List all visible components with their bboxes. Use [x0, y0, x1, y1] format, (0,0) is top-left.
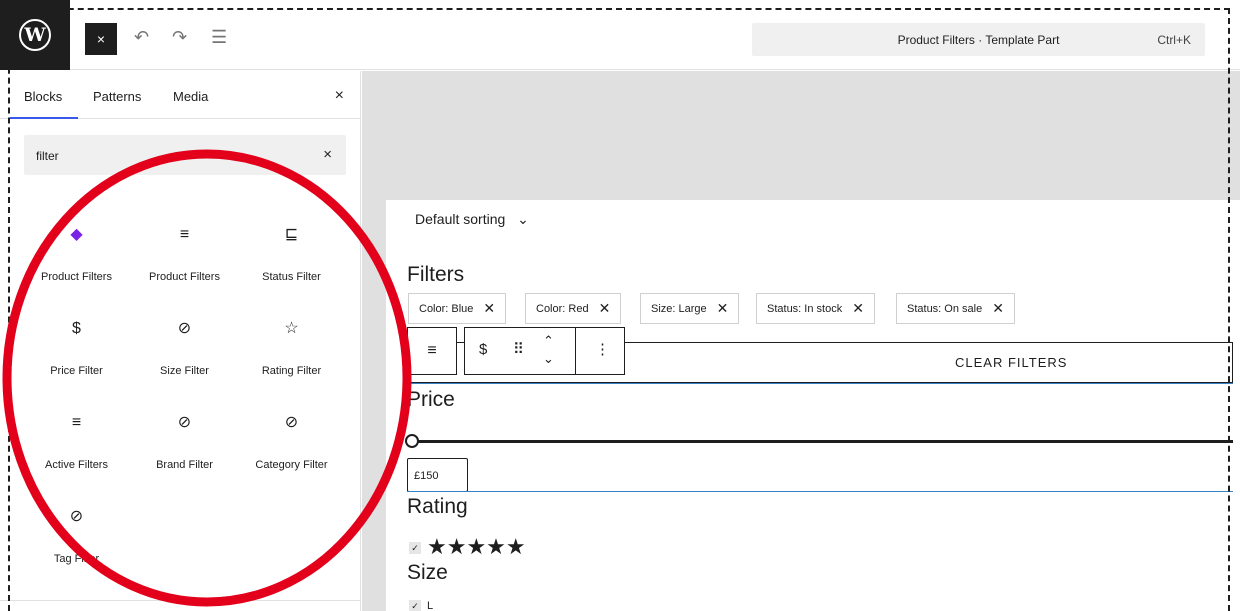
template-part-border: [8, 8, 10, 611]
active-filter-chip[interactable]: Color: Blue ✕: [408, 293, 507, 324]
active-filter-chip[interactable]: Status: On sale ✕: [896, 293, 1015, 324]
drag-handle-icon[interactable]: ⠿: [513, 342, 524, 357]
remove-icon[interactable]: ✕: [852, 300, 864, 317]
wordpress-logo-button[interactable]: W: [0, 0, 70, 70]
block-label: Tag Filter: [53, 553, 100, 565]
chip-label: Status: On sale: [907, 302, 983, 315]
close-icon[interactable]: ×: [335, 87, 344, 105]
chip-label: Color: Blue: [419, 302, 474, 315]
block-category-filter[interactable]: ⊘ Category Filter: [239, 379, 344, 472]
block-label: Active Filters: [45, 459, 108, 471]
sorting-dropdown[interactable]: Default sorting ⌄: [415, 211, 529, 228]
editor-header: W × ↶ ↷ ☰ Product Filters · Template Par…: [0, 0, 1240, 70]
size-option-label: L: [427, 600, 434, 611]
rating-option[interactable]: ✓ ★★★★★: [409, 536, 526, 558]
block-toolbar: $ ⠿ ⌃ ⌄ ⋮: [464, 327, 625, 375]
chip-label: Size: Large: [651, 302, 707, 315]
block-label: Status Filter: [262, 271, 321, 283]
block-label: Size Filter: [160, 365, 209, 377]
rating-heading: Rating: [407, 495, 468, 518]
document-overview-icon[interactable]: ☰: [211, 28, 227, 46]
chip-label: Status: In stock: [767, 302, 843, 315]
active-filter-chip[interactable]: Status: In stock ✕: [756, 293, 875, 324]
block-status-filter[interactable]: ⊑ Status Filter: [239, 191, 344, 284]
toolbar-divider: [575, 328, 576, 374]
block-label: Product Filters: [149, 271, 220, 283]
move-up-icon[interactable]: ⌃: [543, 334, 554, 347]
checkbox[interactable]: ✓: [409, 542, 421, 555]
price-filter-icon: $: [72, 320, 81, 337]
five-stars-icon: ★★★★★: [427, 534, 526, 559]
wordpress-icon: W: [19, 19, 51, 51]
price-heading: Price: [407, 388, 455, 411]
diamond-icon: ◆: [70, 226, 83, 243]
tab-blocks[interactable]: Blocks: [9, 89, 79, 119]
block-active-filters[interactable]: ≡ Active Filters: [24, 379, 129, 472]
block-size-filter[interactable]: ⊘ Size Filter: [132, 285, 237, 378]
undo-icon[interactable]: ↶: [134, 28, 149, 46]
price-max-input[interactable]: £150: [407, 458, 468, 492]
inserter-tabs: Blocks Patterns Media ×: [0, 71, 360, 119]
tab-patterns[interactable]: Patterns: [93, 89, 141, 104]
price-slider-handle[interactable]: [405, 434, 419, 448]
more-options-icon[interactable]: ⋮: [595, 342, 610, 357]
filter-icon: ≡: [179, 226, 190, 243]
block-search-input[interactable]: filter ×: [24, 135, 346, 175]
block-product-filters-1[interactable]: ◆ Product Filters: [24, 191, 129, 284]
block-rating-filter[interactable]: ☆ Rating Filter: [239, 285, 344, 378]
keyboard-shortcut: Ctrl+K: [1157, 33, 1191, 47]
parent-block-button[interactable]: ≡: [407, 327, 457, 375]
category-filter-icon: ⊘: [284, 414, 299, 431]
clear-filters-label: CLEAR FILTERS: [955, 355, 1068, 370]
document-title: Product Filters · Template Part: [897, 33, 1060, 47]
block-tag-filter[interactable]: ⊘ Tag Filter: [24, 473, 129, 566]
panel-footer-divider: [0, 600, 361, 601]
active-filter-chip[interactable]: Size: Large ✕: [640, 293, 740, 324]
price-slider-track[interactable]: [412, 440, 1233, 443]
size-heading: Size: [407, 561, 448, 584]
template-part-border: [8, 8, 1230, 10]
remove-icon[interactable]: ✕: [599, 300, 611, 317]
clear-search-icon[interactable]: ×: [323, 146, 332, 163]
rating-filter-icon: ☆: [284, 320, 299, 337]
filters-heading: Filters: [407, 263, 465, 286]
redo-icon[interactable]: ↷: [172, 28, 187, 46]
close-inserter-button[interactable]: ×: [85, 23, 117, 55]
price-filter-icon[interactable]: $: [479, 342, 487, 357]
filter-icon: ≡: [427, 342, 437, 359]
block-label: Category Filter: [255, 459, 328, 471]
block-product-filters-2[interactable]: ≡ Product Filters: [132, 191, 237, 284]
template-part-border: [1228, 8, 1230, 611]
checkbox[interactable]: ✓: [409, 600, 421, 611]
remove-icon[interactable]: ✕: [483, 300, 495, 317]
remove-icon[interactable]: ✕: [992, 300, 1004, 317]
search-value: filter: [36, 149, 59, 163]
tab-media[interactable]: Media: [173, 89, 208, 104]
chip-label: Color: Red: [536, 302, 589, 315]
command-palette-button[interactable]: Product Filters · Template Part Ctrl+K: [752, 23, 1205, 56]
size-option[interactable]: ✓ L: [409, 600, 433, 611]
sorting-label: Default sorting: [415, 211, 506, 227]
selected-block-outline: [407, 383, 1233, 384]
chevron-down-icon: ⌄: [517, 211, 529, 227]
selected-block-outline: [407, 491, 1233, 492]
block-brand-filter[interactable]: ⊘ Brand Filter: [132, 379, 237, 472]
status-filter-icon: ⊑: [284, 226, 299, 243]
move-down-icon[interactable]: ⌄: [543, 352, 554, 365]
remove-icon[interactable]: ✕: [717, 300, 729, 317]
size-filter-icon: ⊘: [177, 320, 192, 337]
block-price-filter[interactable]: $ Price Filter: [24, 285, 129, 378]
active-filter-chip[interactable]: Color: Red ✕: [525, 293, 622, 324]
block-inserter-panel: Blocks Patterns Media × filter × ◆ Produ…: [0, 71, 361, 611]
active-filters-icon: ≡: [71, 414, 82, 431]
brand-filter-icon: ⊘: [177, 414, 192, 431]
block-label: Rating Filter: [261, 365, 322, 377]
block-label: Brand Filter: [156, 459, 213, 471]
block-label: Product Filters: [41, 271, 112, 283]
tag-filter-icon: ⊘: [69, 508, 84, 525]
block-label: Price Filter: [50, 365, 103, 377]
